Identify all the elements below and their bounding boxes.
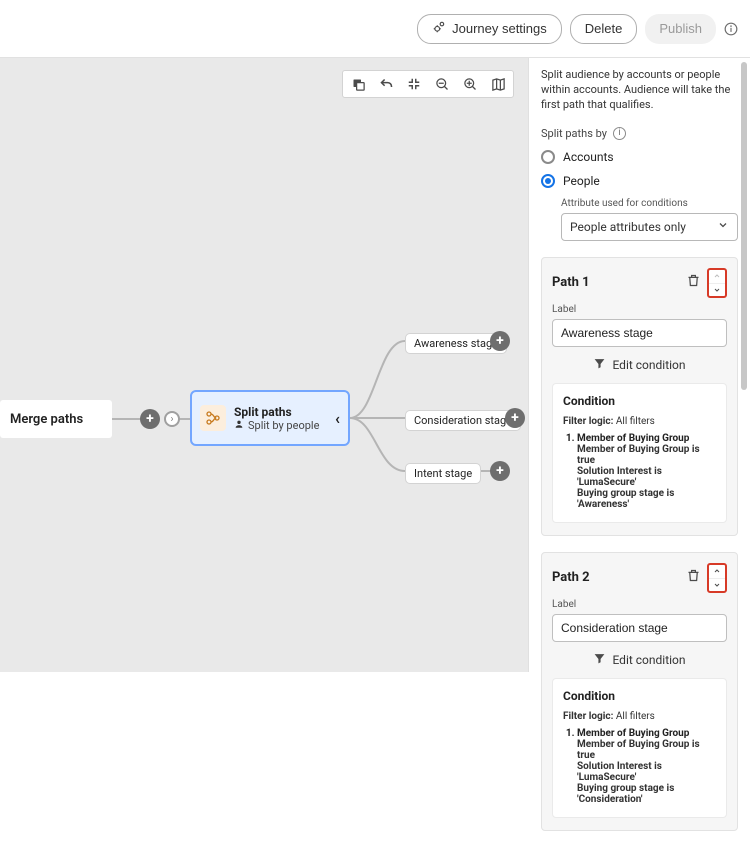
- move-up-button[interactable]: [709, 565, 725, 578]
- split-by-label: Split paths by i: [541, 127, 738, 140]
- scrollbar[interactable]: [741, 62, 747, 390]
- condition-summary: Condition Filter logic: All filters Memb…: [552, 678, 727, 818]
- journey-settings-button[interactable]: Journey settings: [417, 14, 562, 44]
- condition-rule: Member of Buying Group Member of Buying …: [577, 728, 716, 805]
- path-block-1: Path 1 Label Edit conditi: [541, 257, 738, 536]
- zoom-out-icon[interactable]: [433, 75, 451, 93]
- properties-panel: Split audience by accounts or people wit…: [528, 58, 750, 672]
- radio-icon: [541, 174, 555, 188]
- merge-paths-node[interactable]: Merge paths: [0, 400, 112, 438]
- delete-label: Delete: [585, 21, 623, 36]
- condition-rule: Member of Buying Group Member of Buying …: [577, 433, 716, 510]
- split-node-subtitle: Split by people: [248, 419, 319, 432]
- person-icon: [234, 419, 244, 432]
- move-up-button: [709, 270, 725, 283]
- path-block-2: Path 2 Label Edit conditi: [541, 552, 738, 831]
- condition-heading: Condition: [563, 689, 716, 703]
- delete-button[interactable]: Delete: [570, 14, 638, 44]
- undo-icon[interactable]: [377, 75, 395, 93]
- edit-condition-label: Edit condition: [612, 653, 685, 667]
- connector-handle[interactable]: ›: [164, 411, 180, 427]
- zoom-in-icon[interactable]: [461, 75, 479, 93]
- panel-description: Split audience by accounts or people wit…: [541, 68, 738, 113]
- add-step-button[interactable]: +: [490, 461, 510, 481]
- attribute-select-value: People attributes only: [570, 220, 686, 234]
- reorder-buttons: [707, 268, 727, 298]
- radio-icon: [541, 150, 555, 164]
- gear-icon: [432, 20, 446, 37]
- copy-icon[interactable]: [349, 75, 367, 93]
- path-chip-intent[interactable]: Intent stage: [405, 463, 481, 484]
- split-node-title: Split paths: [234, 405, 327, 419]
- info-icon[interactable]: i: [613, 127, 626, 140]
- radio-accounts-label: Accounts: [563, 150, 614, 164]
- merge-paths-label: Merge paths: [10, 412, 83, 427]
- chevron-down-icon: [717, 219, 729, 234]
- radio-accounts[interactable]: Accounts: [541, 150, 738, 164]
- path-title: Path 2: [552, 570, 590, 585]
- add-step-button[interactable]: +: [505, 408, 525, 428]
- add-step-button[interactable]: +: [140, 409, 160, 429]
- info-icon[interactable]: [724, 22, 738, 36]
- path-title: Path 1: [552, 275, 590, 290]
- reorder-buttons: [707, 563, 727, 593]
- map-icon[interactable]: [489, 75, 507, 93]
- delete-path-button[interactable]: [686, 568, 701, 587]
- top-bar: Journey settings Delete Publish: [0, 0, 750, 58]
- path-chip-consideration[interactable]: Consideration stage: [405, 410, 521, 431]
- attribute-label: Attribute used for conditions: [561, 198, 738, 209]
- delete-path-button[interactable]: [686, 273, 701, 292]
- move-down-button[interactable]: [709, 283, 725, 296]
- split-icon: [200, 405, 226, 431]
- chevron-left-icon[interactable]: ‹: [335, 409, 340, 428]
- journey-settings-label: Journey settings: [452, 21, 547, 36]
- filter-icon: [593, 357, 606, 373]
- path-label-caption: Label: [552, 599, 727, 610]
- journey-canvas[interactable]: Merge paths + › Split paths Split by peo…: [0, 58, 528, 672]
- path-label-caption: Label: [552, 304, 727, 315]
- canvas-toolbar: [342, 70, 514, 98]
- edit-condition-label: Edit condition: [612, 358, 685, 372]
- path-label-input[interactable]: [552, 319, 727, 347]
- split-node-text: Split paths Split by people: [234, 405, 327, 432]
- add-step-button[interactable]: +: [490, 331, 510, 351]
- edit-condition-button[interactable]: Edit condition: [552, 357, 727, 373]
- edit-condition-button[interactable]: Edit condition: [552, 652, 727, 668]
- attribute-select[interactable]: People attributes only: [561, 213, 738, 241]
- condition-heading: Condition: [563, 394, 716, 408]
- radio-people[interactable]: People: [541, 174, 738, 188]
- publish-button: Publish: [645, 14, 716, 44]
- filter-icon: [593, 652, 606, 668]
- split-paths-node[interactable]: Split paths Split by people ‹: [190, 390, 350, 446]
- compress-icon[interactable]: [405, 75, 423, 93]
- publish-label: Publish: [659, 21, 702, 36]
- radio-people-label: People: [563, 174, 600, 188]
- move-down-button[interactable]: [709, 578, 725, 591]
- path-label-input[interactable]: [552, 614, 727, 642]
- condition-summary: Condition Filter logic: All filters Memb…: [552, 383, 727, 523]
